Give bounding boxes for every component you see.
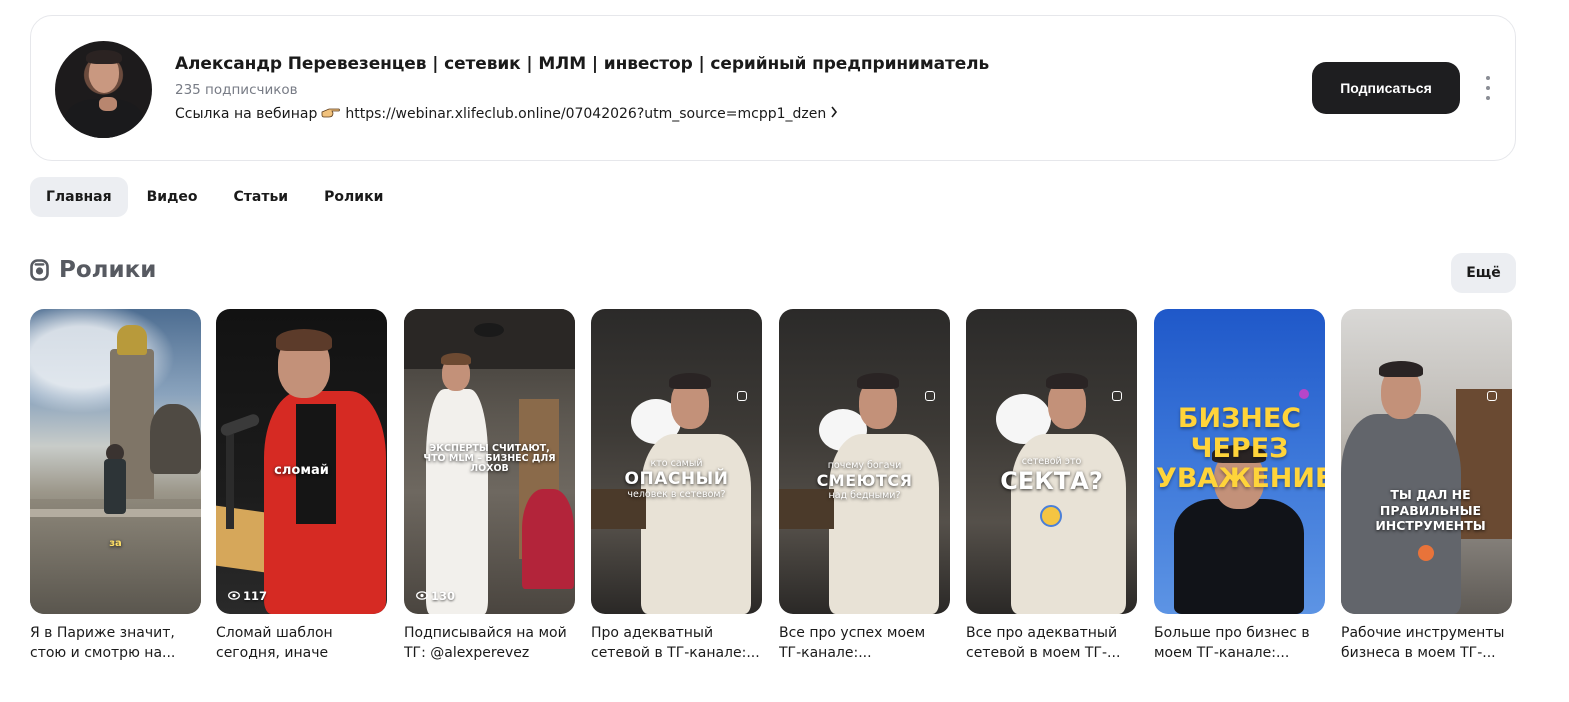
pointing-hand-icon xyxy=(321,105,341,123)
short-thumbnail[interactable]: ЭКСПЕРТЫ СЧИТАЮТ, ЧТО MLM – БИЗНЕС ДЛЯ Л… xyxy=(404,309,575,614)
tab-shorts[interactable]: Ролики xyxy=(308,177,399,217)
short-caption[interactable]: Сломай шаблон сегодня, иначе завтр... xyxy=(216,623,387,663)
short-overlay-small: над бедными? xyxy=(828,490,901,501)
view-count: 117 xyxy=(228,589,267,603)
tab-articles[interactable]: Статьи xyxy=(218,177,305,217)
short-overlay-small: человек в сетевом? xyxy=(627,489,726,500)
short-card[interactable]: сетевой это СЕКТА? Все про адекватный се… xyxy=(966,309,1137,663)
short-caption[interactable]: Я в Париже значит, стою и смотрю на... xyxy=(30,623,201,663)
view-count: 130 xyxy=(416,589,455,603)
short-thumbnail[interactable]: БИЗНЕС ЧЕРЕЗ УВАЖЕНИЕ xyxy=(1154,309,1325,614)
section-title[interactable]: Ролики xyxy=(59,257,156,283)
short-thumbnail[interactable]: сломай 117 xyxy=(216,309,387,614)
short-overlay-small: сетевой это xyxy=(1021,456,1082,467)
channel-description-link[interactable]: Ссылка на вебинар https://webinar.xlifec… xyxy=(175,105,838,123)
tab-video[interactable]: Видео xyxy=(132,177,214,217)
short-thumbnail[interactable]: ТЫ ДАЛ НЕ ПРАВИЛЬНЫЕ ИНСТРУМЕНТЫ xyxy=(1341,309,1512,614)
short-overlay-text: СМЕЮТСЯ xyxy=(816,471,913,490)
channel-tabs: Главная Видео Статьи Ролики xyxy=(30,177,403,217)
short-card[interactable]: почему богачи СМЕЮТСЯ над бедными? Все п… xyxy=(779,309,950,663)
more-options-icon[interactable] xyxy=(1477,76,1499,100)
short-caption[interactable]: Подписывайся на мой ТГ: @alexperevez xyxy=(404,623,575,663)
eye-icon xyxy=(228,589,240,603)
chevron-right-icon[interactable] xyxy=(830,106,838,122)
short-caption[interactable]: Про адекватный сетевой в ТГ-канале:... xyxy=(591,623,762,663)
tab-main[interactable]: Главная xyxy=(30,177,128,217)
eye-icon xyxy=(416,589,428,603)
short-overlay-text: за xyxy=(109,538,122,549)
more-button[interactable]: Ещё xyxy=(1451,253,1516,293)
link-prefix: Ссылка на вебинар xyxy=(175,106,318,122)
short-overlay-text: ТЫ ДАЛ НЕ ПРАВИЛЬНЫЕ ИНСТРУМЕНТЫ xyxy=(1375,487,1486,534)
shorts-icon xyxy=(30,259,49,281)
channel-avatar[interactable] xyxy=(55,41,152,138)
short-card[interactable]: БИЗНЕС ЧЕРЕЗ УВАЖЕНИЕ Больше про бизнес … xyxy=(1154,309,1325,663)
short-thumbnail[interactable]: сетевой это СЕКТА? xyxy=(966,309,1137,614)
short-overlay-text: ОПАСНЫЙ xyxy=(624,469,729,489)
short-caption[interactable]: Все про адекватный сетевой в моем ТГ-... xyxy=(966,623,1137,663)
short-overlay-text: ЭКСПЕРТЫ СЧИТАЮТ, ЧТО MLM – БИЗНЕС ДЛЯ Л… xyxy=(423,443,556,474)
shorts-row: за Я в Париже значит, стою и смотрю на..… xyxy=(30,309,1530,669)
short-card[interactable]: кто самый ОПАСНЫЙ человек в сетевом? Про… xyxy=(591,309,762,663)
short-card[interactable]: ТЫ ДАЛ НЕ ПРАВИЛЬНЫЕ ИНСТРУМЕНТЫ Рабочие… xyxy=(1341,309,1512,663)
short-card[interactable]: за Я в Париже значит, стою и смотрю на..… xyxy=(30,309,201,663)
section-heading: Ролики xyxy=(30,257,156,283)
short-overlay-small: кто самый xyxy=(650,458,703,469)
subscribe-button[interactable]: Подписаться xyxy=(1312,62,1460,114)
short-card[interactable]: ЭКСПЕРТЫ СЧИТАЮТ, ЧТО MLM – БИЗНЕС ДЛЯ Л… xyxy=(404,309,575,663)
short-overlay-small: почему богачи xyxy=(827,460,902,471)
short-caption[interactable]: Рабочие инструменты бизнеса в моем ТГ-..… xyxy=(1341,623,1512,663)
short-overlay-text: БИЗНЕС ЧЕРЕЗ УВАЖЕНИЕ xyxy=(1156,403,1325,495)
short-overlay-text: СЕКТА? xyxy=(1000,467,1103,495)
short-caption[interactable]: Все про успех моем ТГ-канале:... xyxy=(779,623,950,663)
channel-header: Александр Перевезенцев | сетевик | МЛМ |… xyxy=(30,15,1516,161)
link-url[interactable]: https://webinar.xlifeclub.online/0704202… xyxy=(345,106,826,122)
short-caption[interactable]: Больше про бизнес в моем ТГ-канале:... xyxy=(1154,623,1325,663)
short-overlay-text: сломай xyxy=(274,463,329,478)
short-thumbnail[interactable]: почему богачи СМЕЮТСЯ над бедными? xyxy=(779,309,950,614)
short-thumbnail[interactable]: кто самый ОПАСНЫЙ человек в сетевом? xyxy=(591,309,762,614)
channel-title[interactable]: Александр Перевезенцев | сетевик | МЛМ |… xyxy=(175,54,989,74)
subscriber-count: 235 подписчиков xyxy=(175,82,298,98)
short-thumbnail[interactable]: за xyxy=(30,309,201,614)
short-card[interactable]: сломай 117 Сломай шаблон сегодня, иначе … xyxy=(216,309,387,663)
